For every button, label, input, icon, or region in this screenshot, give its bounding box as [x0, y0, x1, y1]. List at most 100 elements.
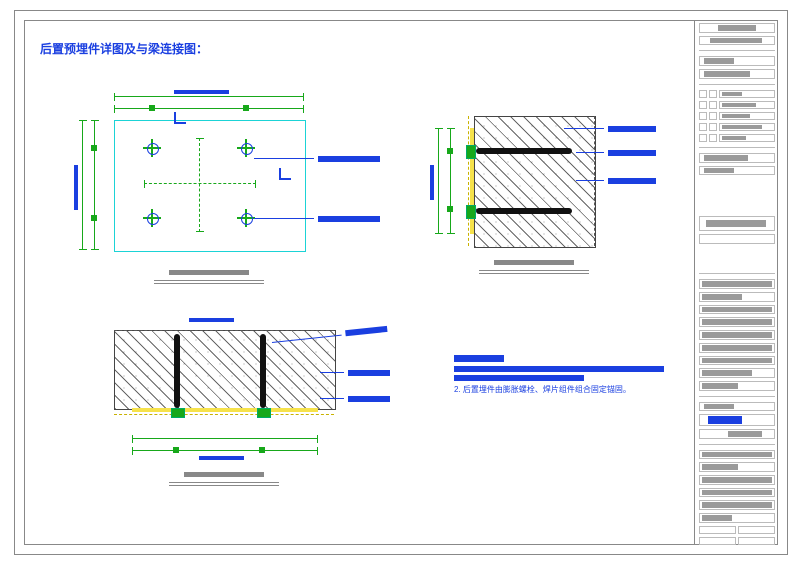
- notes-heading: [454, 355, 504, 362]
- dim-line: [114, 96, 304, 97]
- leader-line: [320, 372, 344, 373]
- caption-underline: [479, 273, 589, 274]
- embed-plate-edge: [132, 408, 318, 412]
- caption-underline: [479, 270, 589, 271]
- dim-line: [114, 108, 304, 109]
- anchor-bolt-side: [476, 148, 572, 154]
- tb-field: [699, 153, 775, 163]
- anchor-bolt-side: [476, 208, 572, 214]
- tb-field: [699, 69, 775, 79]
- leader-line: [254, 158, 314, 159]
- tb-field-highlight: [699, 414, 775, 426]
- drawing-number: [708, 416, 742, 424]
- tb-row-cells: [699, 537, 775, 545]
- centerline-h: [144, 183, 256, 184]
- tb-text-line: [699, 279, 775, 289]
- leader-line: [576, 180, 604, 181]
- tb-field: [699, 234, 775, 244]
- tb-row-cells: [699, 526, 775, 534]
- leader-label: [345, 326, 387, 336]
- dim-line: [132, 450, 318, 451]
- tb-field: [699, 36, 775, 46]
- dim-tick-icon: [91, 145, 97, 151]
- dim-tick-icon: [149, 105, 155, 111]
- caption-underline: [169, 482, 279, 483]
- concrete-section: [114, 330, 336, 410]
- tb-text-line: [699, 513, 775, 523]
- dim-text-placeholder: [189, 318, 234, 322]
- tb-sep: [699, 50, 775, 51]
- drawing-canvas: 2. 后置埋件由膨胀螺栓、焊片组件组合固定锚固。: [24, 20, 694, 545]
- bolt-plan-icon: [240, 212, 252, 224]
- plate-edge-dashed: [468, 116, 469, 246]
- tb-text-line: [699, 475, 775, 485]
- tb-field: [699, 56, 775, 66]
- tb-row-cells: [699, 134, 775, 142]
- tb-field: [699, 166, 775, 176]
- section-mark-icon: [279, 168, 291, 180]
- bolt-plan-icon: [146, 212, 158, 224]
- dim-line: [132, 438, 318, 439]
- caption-underline: [154, 280, 264, 281]
- tb-sep: [699, 84, 775, 85]
- break-line: [594, 116, 595, 246]
- drawing-sheet: 后置预埋件详图及与梁连接图：: [0, 0, 800, 565]
- tb-row-cells: [699, 101, 775, 109]
- tb-text-line: [699, 330, 775, 340]
- tb-field: [699, 216, 775, 231]
- tb-field: [699, 23, 775, 33]
- leader-label: [348, 396, 390, 402]
- tb-sep: [699, 396, 775, 397]
- tb-text-line: [699, 381, 775, 391]
- tb-text-line: [699, 317, 775, 327]
- tb-row-cells: [699, 112, 775, 120]
- dim-text-placeholder: [430, 165, 434, 200]
- caption-underline: [169, 485, 279, 486]
- tb-sep: [699, 273, 775, 274]
- tb-text-line: [699, 356, 775, 366]
- anchor-bolt-side: [174, 334, 180, 408]
- tb-sep: [699, 444, 775, 445]
- tb-text-line: [699, 343, 775, 353]
- anchor-bolt-side: [260, 334, 266, 408]
- tb-field: [699, 402, 775, 412]
- leader-line: [576, 152, 604, 153]
- plate-edge-dashed: [114, 414, 334, 415]
- dim-line: [438, 128, 439, 234]
- section-mark-icon: [174, 112, 186, 124]
- tb-text-line: [699, 368, 775, 378]
- embed-plate-plan: [114, 120, 306, 252]
- title-block: [694, 20, 778, 545]
- concrete-section: [474, 116, 596, 248]
- leader-label: [608, 126, 656, 132]
- figure-caption: [184, 472, 264, 477]
- dim-tick-icon: [447, 206, 453, 212]
- note-item: [454, 375, 584, 381]
- leader-label: [608, 150, 656, 156]
- dim-tick-icon: [259, 447, 265, 453]
- dim-tick-icon: [91, 215, 97, 221]
- dim-line: [94, 120, 95, 250]
- dim-text-placeholder: [74, 165, 78, 210]
- notes-block: 2. 后置埋件由膨胀螺栓、焊片组件组合固定锚固。: [454, 355, 674, 396]
- dim-tick-icon: [243, 105, 249, 111]
- centerline-v: [199, 138, 200, 232]
- tb-spacer: [699, 247, 775, 268]
- leader-label: [348, 370, 390, 376]
- tb-text-line: [699, 450, 775, 460]
- leader-line: [254, 218, 314, 219]
- figure-caption: [494, 260, 574, 265]
- figure-caption: [169, 270, 249, 275]
- leader-line: [320, 398, 344, 399]
- tb-field: [699, 429, 775, 439]
- dim-line: [82, 120, 83, 250]
- note-item-text: 2. 后置埋件由膨胀螺栓、焊片组件组合固定锚固。: [454, 384, 674, 396]
- tb-text-line: [699, 462, 775, 472]
- dim-line: [450, 128, 451, 234]
- tb-row-cells: [699, 90, 775, 98]
- caption-underline: [154, 283, 264, 284]
- break-line: [114, 330, 334, 331]
- tb-row-cells: [699, 123, 775, 131]
- bolt-plan-icon: [146, 142, 158, 154]
- tb-text-line: [699, 500, 775, 510]
